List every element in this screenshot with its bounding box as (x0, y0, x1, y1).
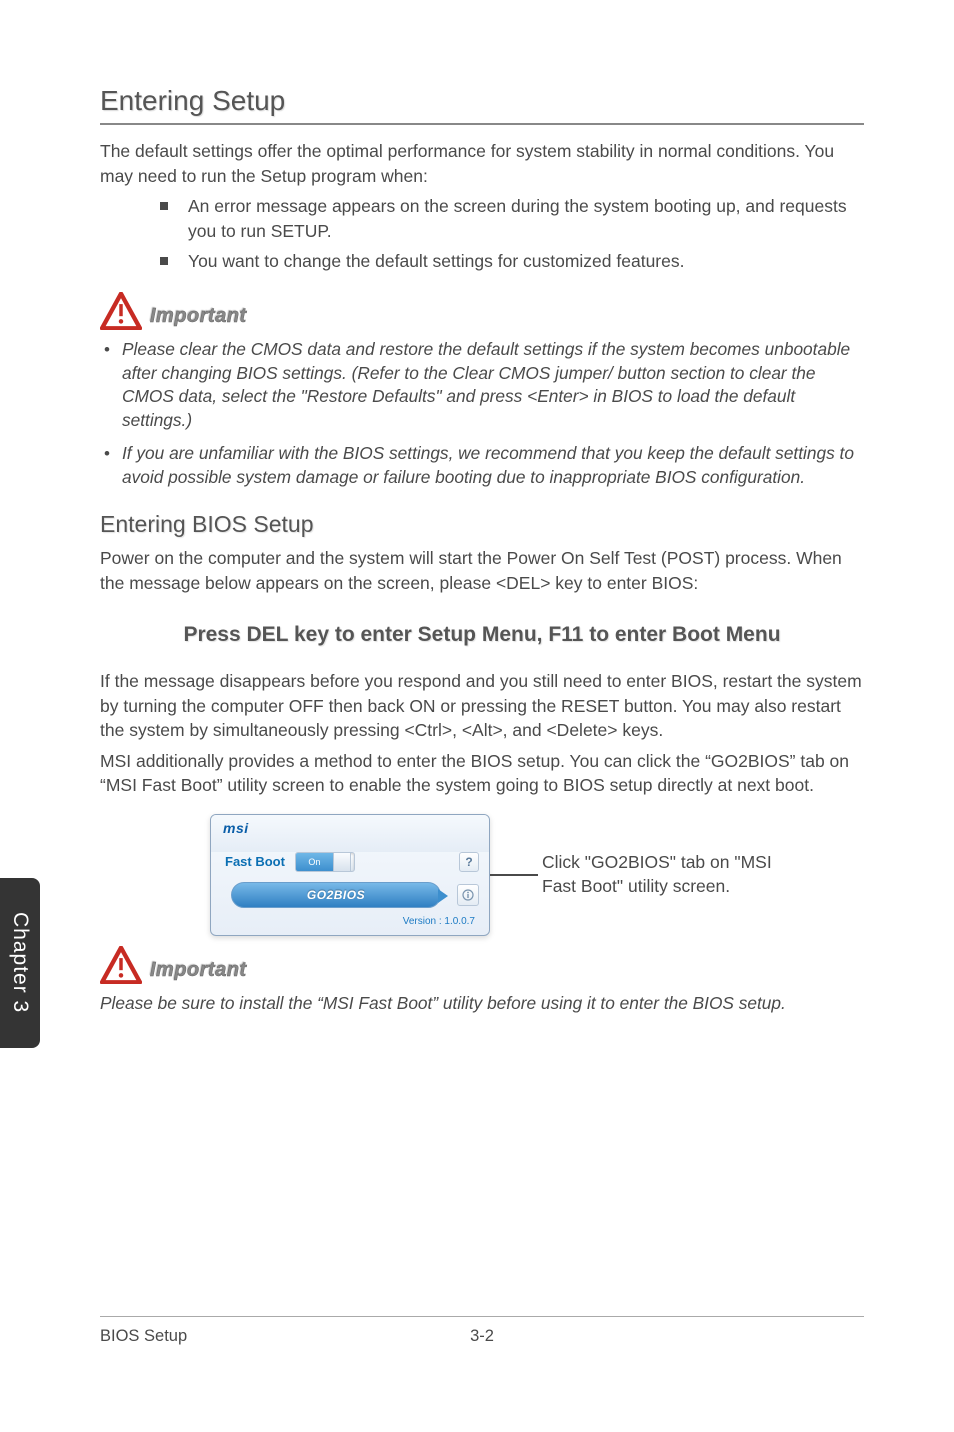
page-footer: BIOS Setup 3-2 (100, 1316, 864, 1346)
fast-boot-toggle[interactable]: On (295, 852, 355, 872)
footer-page-number: 3-2 (470, 1327, 494, 1346)
list-item: You want to change the default settings … (160, 249, 864, 274)
msi-logo: msi (223, 820, 249, 836)
important-callout-1: Important (100, 292, 864, 330)
msi-window-version: Version : 1.0.0.7 (211, 914, 489, 935)
restart-paragraph: If the message disappears before you res… (100, 669, 864, 743)
list-item: Please clear the CMOS data and restore t… (100, 338, 864, 432)
important-label: Important (150, 959, 247, 984)
chapter-tab: Chapter 3 (0, 878, 40, 1048)
warning-icon (100, 292, 142, 330)
intro-paragraph: The default settings offer the optimal p… (100, 139, 864, 188)
go2bios-button[interactable]: GO2BIOS (231, 882, 441, 908)
info-button[interactable] (457, 884, 479, 906)
callout-text: Click "GO2BIOS" tab on "MSI Fast Boot" u… (542, 851, 802, 898)
setup-reasons-list: An error message appears on the screen d… (160, 194, 864, 274)
bios-prompt-text: Press DEL key to enter Setup Menu, F11 t… (100, 623, 864, 647)
toggle-on-label: On (296, 853, 333, 871)
list-item: If you are unfamiliar with the BIOS sett… (100, 442, 864, 489)
toggle-knob (333, 853, 351, 871)
msi-window-header: msi (211, 815, 489, 852)
chapter-tab-label: Chapter 3 (8, 912, 32, 1013)
help-button[interactable]: ? (459, 852, 479, 872)
important-label: Important (150, 305, 247, 330)
go2bios-paragraph: MSI additionally provides a method to en… (100, 749, 864, 798)
subsection-title: Entering BIOS Setup (100, 511, 864, 538)
important-note-2: Please be sure to install the “MSI Fast … (100, 992, 864, 1016)
footer-left: BIOS Setup (100, 1327, 187, 1346)
list-item: An error message appears on the screen d… (160, 194, 864, 245)
msi-fast-boot-window: msi Fast Boot On ? GO2BIOS (210, 814, 490, 936)
fast-boot-label: Fast Boot (225, 854, 285, 869)
post-paragraph: Power on the computer and the system wil… (100, 546, 864, 595)
info-icon (462, 889, 474, 901)
warning-icon (100, 946, 142, 984)
figure-row: msi Fast Boot On ? GO2BIOS (100, 814, 864, 936)
important-callout-2: Important (100, 946, 864, 984)
important-notes-list: Please clear the CMOS data and restore t… (100, 338, 864, 489)
callout-leader-line (490, 874, 538, 876)
section-title: Entering Setup (100, 85, 864, 125)
